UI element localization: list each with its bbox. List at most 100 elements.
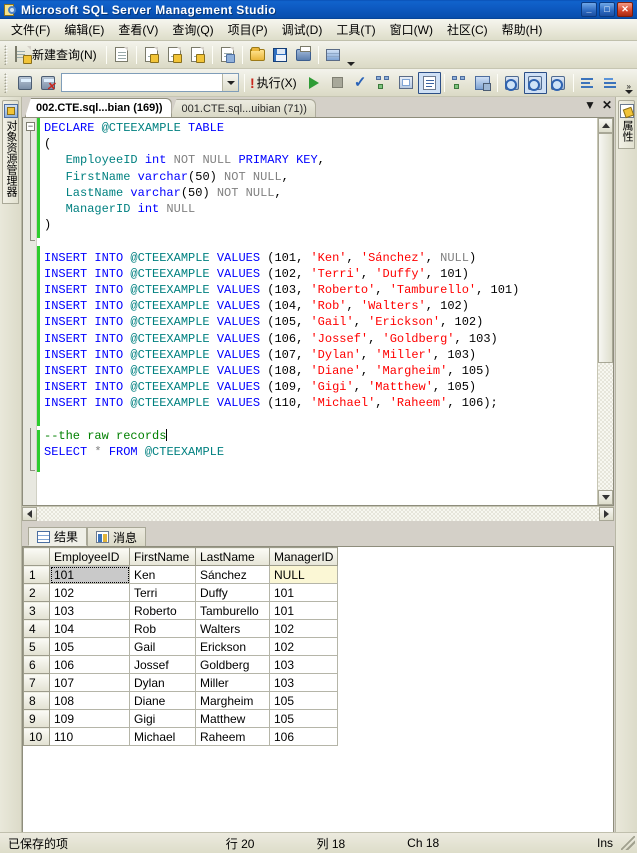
cell-firstname[interactable]: Roberto bbox=[129, 601, 196, 620]
results-to-grid-mode-button[interactable] bbox=[523, 71, 547, 94]
cell-firstname[interactable]: Jossef bbox=[129, 655, 196, 674]
editor-tab-001[interactable]: 001.CTE.sql...uibian (71)) bbox=[170, 99, 316, 117]
table-row[interactable]: 3 103 Roberto Tamburello 101 bbox=[23, 601, 339, 620]
table-row[interactable]: 1 101 Ken Sánchez NULL bbox=[23, 565, 339, 584]
new-query-button[interactable]: 新建查询(N) bbox=[13, 44, 103, 66]
cell-firstname[interactable]: Michael bbox=[129, 727, 196, 746]
menu-tools[interactable]: 工具(T) bbox=[329, 19, 382, 40]
table-row[interactable]: 10 110 Michael Raheem 106 bbox=[23, 727, 339, 746]
toolbar-overflow-button[interactable]: » bbox=[623, 71, 635, 95]
parse-button[interactable]: ✓ bbox=[349, 72, 372, 94]
cell-lastname[interactable]: Miller bbox=[195, 673, 270, 692]
cell-employeeid[interactable]: 108 bbox=[49, 691, 130, 710]
scroll-left-button[interactable] bbox=[22, 507, 37, 521]
cell-employeeid[interactable]: 106 bbox=[49, 655, 130, 674]
chevron-down-icon[interactable] bbox=[222, 74, 238, 91]
menu-edit[interactable]: 编辑(E) bbox=[57, 19, 111, 40]
table-row[interactable]: 7 107 Dylan Miller 103 bbox=[23, 673, 339, 692]
print-button[interactable] bbox=[292, 44, 315, 66]
cell-firstname[interactable]: Diane bbox=[129, 691, 196, 710]
row-header[interactable]: 6 bbox=[23, 655, 50, 674]
include-actual-plan-button[interactable] bbox=[448, 72, 471, 94]
cell-lastname[interactable]: Raheem bbox=[195, 727, 270, 746]
results-to-text-mode-button[interactable] bbox=[501, 72, 524, 94]
cell-managerid[interactable]: 105 bbox=[268, 709, 339, 728]
scroll-thumb[interactable] bbox=[598, 133, 613, 363]
row-header[interactable]: 1 bbox=[23, 565, 50, 584]
results-to-file-mode-button[interactable] bbox=[547, 72, 570, 94]
row-header[interactable]: 9 bbox=[23, 709, 50, 728]
cell-employeeid[interactable]: 104 bbox=[49, 619, 130, 638]
results-to-text-button[interactable] bbox=[417, 71, 441, 94]
menu-debug[interactable]: 调试(D) bbox=[275, 19, 330, 40]
results-grid[interactable]: EmployeeID FirstName LastName ManagerID 1 101… bbox=[22, 546, 614, 833]
cell-firstname[interactable]: Terri bbox=[129, 583, 196, 602]
display-estimated-plan-button[interactable] bbox=[372, 72, 395, 94]
cell-firstname[interactable]: Dylan bbox=[129, 673, 196, 692]
column-header-firstname[interactable]: FirstName bbox=[129, 547, 196, 566]
row-header[interactable]: 4 bbox=[23, 619, 50, 638]
column-header-lastname[interactable]: LastName bbox=[195, 547, 270, 566]
menu-help[interactable]: 帮助(H) bbox=[495, 19, 550, 40]
cell-employeeid[interactable]: 109 bbox=[49, 709, 130, 728]
cell-lastname[interactable]: Walters bbox=[195, 619, 270, 638]
properties-tab[interactable]: 属性 bbox=[618, 100, 635, 149]
debug-button[interactable] bbox=[303, 72, 326, 94]
cell-firstname[interactable]: Ken bbox=[129, 565, 196, 584]
execute-button[interactable]: ! 执行(X) bbox=[248, 72, 303, 94]
row-header[interactable]: 2 bbox=[23, 583, 50, 602]
cell-managerid[interactable]: 105 bbox=[268, 691, 339, 710]
cell-lastname[interactable]: Margheim bbox=[195, 691, 270, 710]
table-row[interactable]: 5 105 Gail Erickson 102 bbox=[23, 637, 339, 656]
row-header[interactable]: 10 bbox=[23, 727, 50, 746]
sql-code-text[interactable]: DECLARE @CTEEXAMPLE TABLE( EmployeeID in… bbox=[40, 118, 597, 505]
close-icon[interactable]: ✕ bbox=[602, 99, 612, 111]
column-header-employeeid[interactable]: EmployeeID bbox=[49, 547, 130, 566]
cell-managerid[interactable]: NULL bbox=[268, 565, 339, 584]
table-row[interactable]: 6 106 Jossef Goldberg 103 bbox=[23, 655, 339, 674]
new-mdx-query-button[interactable] bbox=[140, 44, 163, 66]
uncomment-lines-button[interactable] bbox=[600, 72, 623, 94]
menu-window[interactable]: 窗口(W) bbox=[383, 19, 440, 40]
row-header[interactable]: 8 bbox=[23, 691, 50, 710]
toolbar-overflow-button[interactable] bbox=[345, 43, 357, 67]
scroll-up-button[interactable] bbox=[598, 118, 613, 133]
activity-monitor-button[interactable] bbox=[322, 44, 345, 66]
toolbar-grip[interactable] bbox=[4, 44, 11, 65]
cell-firstname[interactable]: Rob bbox=[129, 619, 196, 638]
scroll-down-button[interactable] bbox=[598, 490, 613, 505]
table-row[interactable]: 9 109 Gigi Matthew 105 bbox=[23, 709, 339, 728]
comment-lines-button[interactable] bbox=[577, 72, 600, 94]
editor-vertical-scrollbar[interactable] bbox=[597, 118, 613, 505]
menu-project[interactable]: 项目(P) bbox=[221, 19, 275, 40]
menu-view[interactable]: 查看(V) bbox=[111, 19, 165, 40]
cell-employeeid[interactable]: 101 bbox=[49, 565, 130, 584]
menu-community[interactable]: 社区(C) bbox=[440, 19, 495, 40]
maximize-button[interactable]: □ bbox=[599, 2, 615, 17]
cell-employeeid[interactable]: 102 bbox=[49, 583, 130, 602]
menu-file[interactable]: 文件(F) bbox=[4, 19, 57, 40]
minimize-button[interactable]: _ bbox=[581, 2, 597, 17]
cell-lastname[interactable]: Duffy bbox=[195, 583, 270, 602]
database-combo[interactable] bbox=[61, 73, 239, 92]
cell-employeeid[interactable]: 103 bbox=[49, 601, 130, 620]
cell-lastname[interactable]: Tamburello bbox=[195, 601, 270, 620]
new-xmla-query-button[interactable] bbox=[186, 44, 209, 66]
scroll-track[interactable] bbox=[37, 507, 599, 521]
tab-results[interactable]: 结果 bbox=[28, 527, 88, 546]
new-dmx-query-button[interactable] bbox=[163, 44, 186, 66]
query-options-button[interactable] bbox=[395, 72, 418, 94]
cell-employeeid[interactable]: 105 bbox=[49, 637, 130, 656]
tab-list-icon[interactable]: ▼ bbox=[584, 99, 596, 111]
cell-firstname[interactable]: Gigi bbox=[129, 709, 196, 728]
cell-managerid[interactable]: 106 bbox=[268, 727, 339, 746]
cell-managerid[interactable]: 103 bbox=[268, 655, 339, 674]
table-row[interactable]: 8 108 Diane Margheim 105 bbox=[23, 691, 339, 710]
disconnect-button[interactable]: ✕ bbox=[36, 72, 59, 94]
tab-messages[interactable]: 消息 bbox=[87, 527, 147, 546]
menu-query[interactable]: 查询(Q) bbox=[165, 19, 220, 40]
toolbar-grip[interactable] bbox=[4, 72, 11, 93]
cell-lastname[interactable]: Erickson bbox=[195, 637, 270, 656]
cell-managerid[interactable]: 101 bbox=[268, 601, 339, 620]
select-all-corner[interactable] bbox=[23, 547, 50, 566]
